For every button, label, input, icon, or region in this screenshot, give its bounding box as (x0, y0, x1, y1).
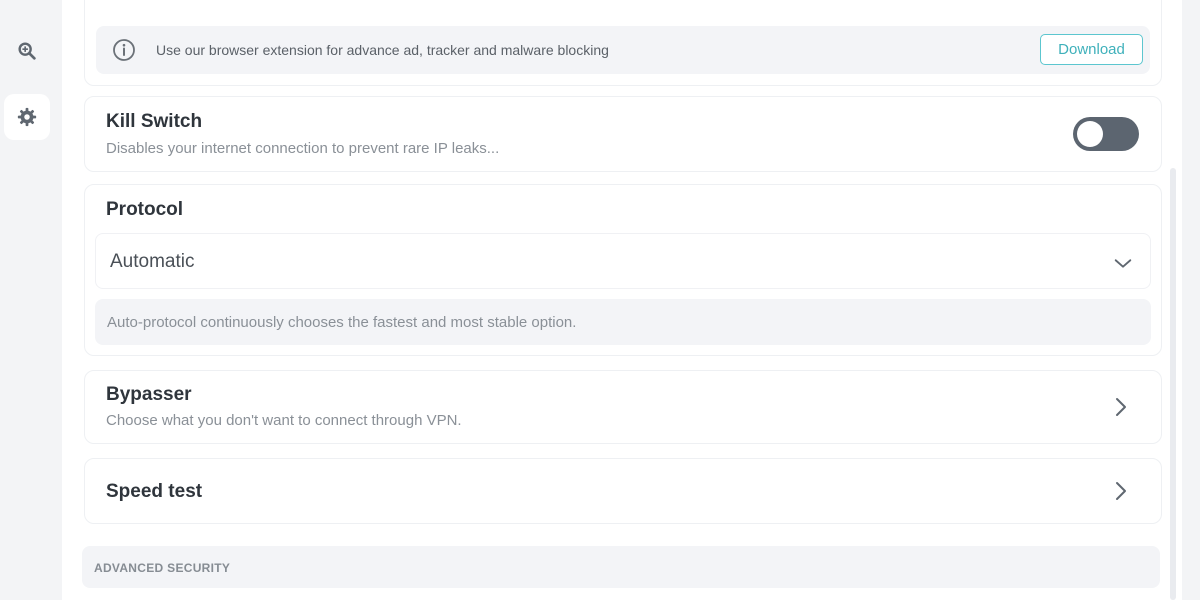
protocol-title: Protocol (106, 199, 184, 220)
scrollbar[interactable] (1170, 168, 1176, 600)
chevron-right-icon (1116, 398, 1126, 416)
kill-switch-toggle[interactable] (1073, 117, 1139, 151)
info-icon (113, 39, 135, 61)
protocol-hint-text: Auto-protocol continuously chooses the f… (107, 314, 577, 331)
chevron-down-icon (1114, 259, 1132, 268)
section-header-advanced-security: ADVANCED SECURITY (82, 546, 1160, 588)
section-header-label: ADVANCED SECURITY (94, 561, 231, 575)
protocol-selected-value: Automatic (110, 251, 195, 272)
gear-icon (17, 107, 37, 127)
chevron-right-icon (1116, 482, 1126, 500)
extension-notice: Use our browser extension for advance ad… (96, 26, 1150, 74)
protocol-card: Protocol Automatic Auto-protocol continu… (84, 184, 1162, 356)
bypasser-title: Bypasser (106, 384, 192, 405)
kill-switch-title: Kill Switch (106, 111, 203, 132)
kill-switch-card: Kill Switch Disables your internet conne… (84, 96, 1162, 172)
sidebar-item-settings[interactable] (4, 94, 50, 140)
toggle-knob (1077, 121, 1103, 147)
notice-text: Use our browser extension for advance ad… (156, 42, 609, 58)
search-icon (18, 42, 36, 60)
sidebar-item-search[interactable] (4, 28, 50, 74)
bypasser-description: Choose what you don't want to connect th… (106, 412, 462, 429)
speed-test-row[interactable]: Speed test (84, 458, 1162, 524)
download-button[interactable]: Download (1040, 34, 1143, 65)
sidebar (0, 0, 58, 600)
speed-test-title: Speed test (106, 481, 203, 502)
protocol-select[interactable]: Automatic (95, 233, 1151, 289)
protocol-hint: Auto-protocol continuously chooses the f… (95, 299, 1151, 345)
bypasser-row[interactable]: Bypasser Choose what you don't want to c… (84, 370, 1162, 444)
kill-switch-description: Disables your internet connection to pre… (106, 140, 500, 157)
